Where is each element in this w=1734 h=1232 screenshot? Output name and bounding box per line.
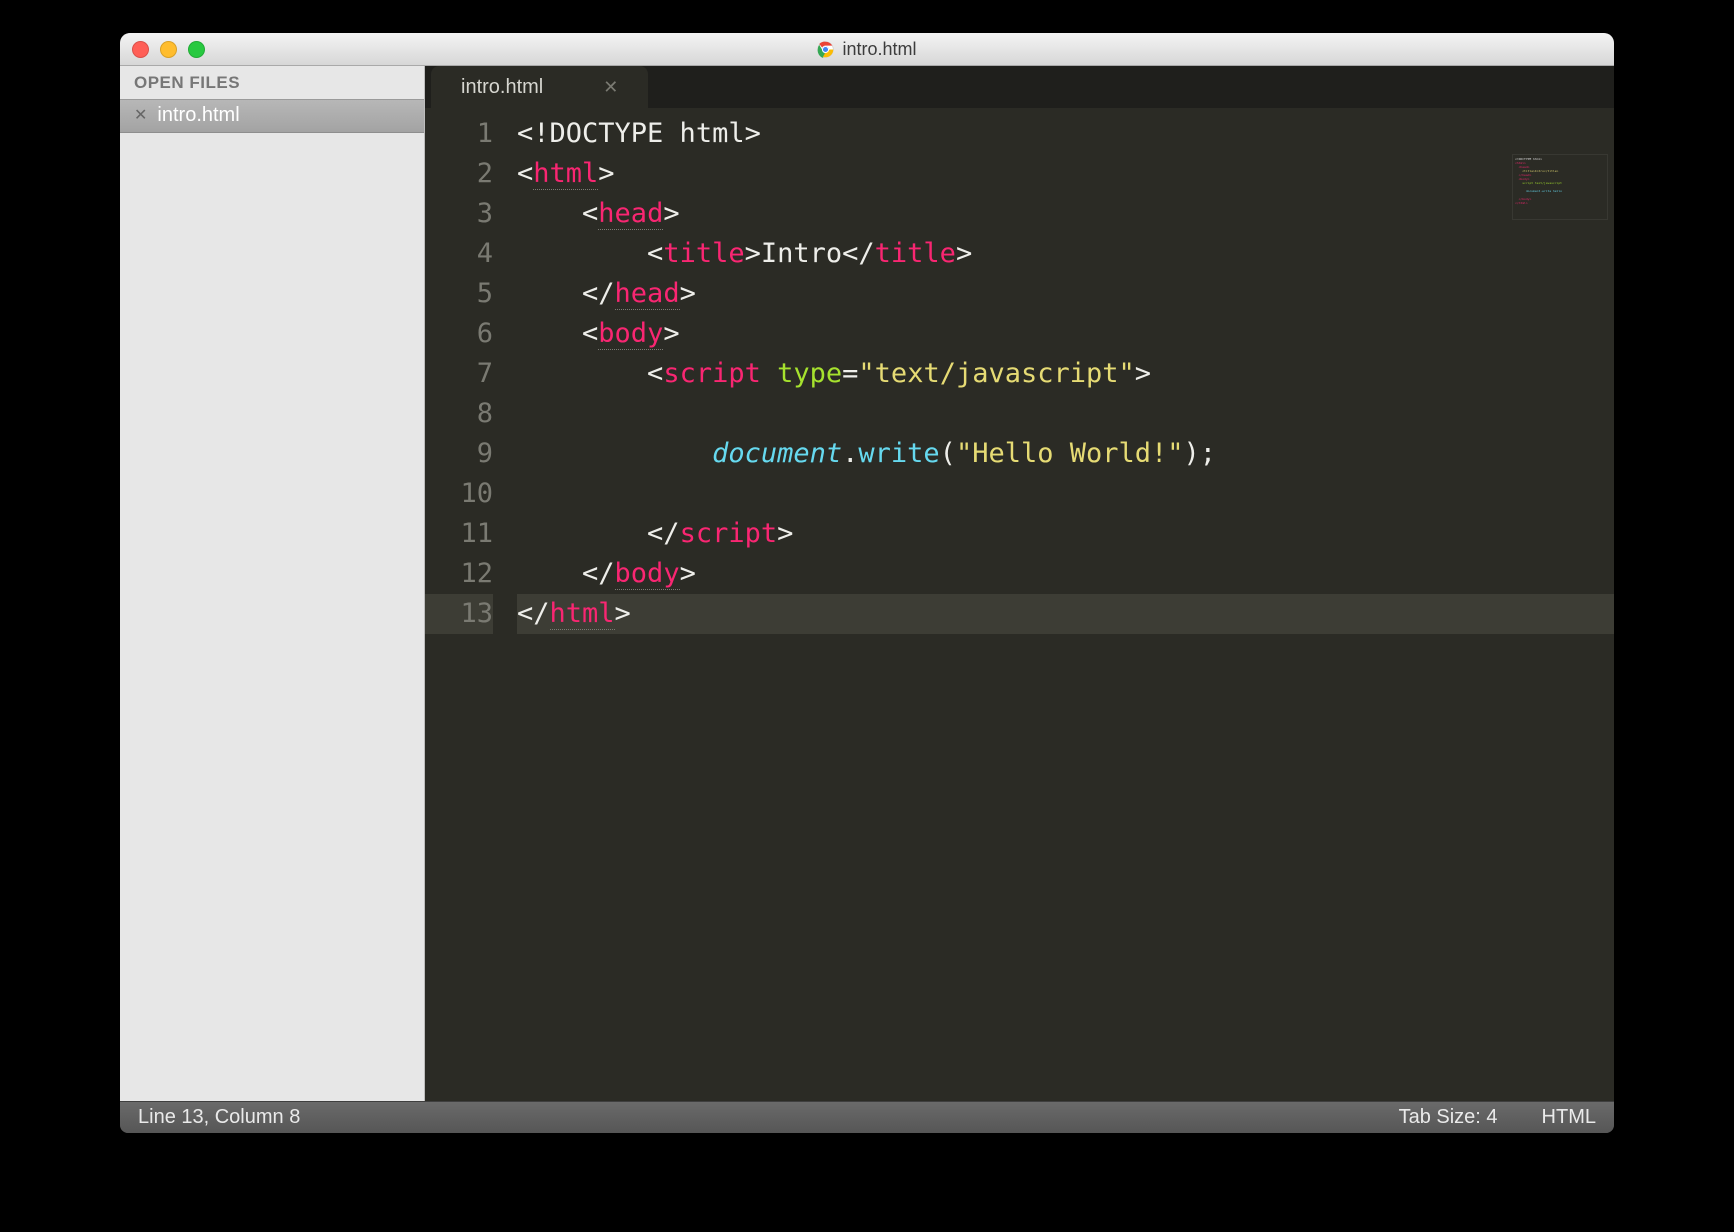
tab-close-icon[interactable]: ✕ <box>603 77 618 98</box>
code-line[interactable]: <head> <box>517 194 1614 234</box>
line-number[interactable]: 6 <box>425 314 493 354</box>
open-file-label: intro.html <box>157 104 239 127</box>
status-position[interactable]: Line 13, Column 8 <box>138 1106 322 1129</box>
line-number[interactable]: 9 <box>425 434 493 474</box>
code-line[interactable] <box>517 394 1614 434</box>
line-number[interactable]: 2 <box>425 154 493 194</box>
status-syntax[interactable]: HTML <box>1520 1106 1596 1129</box>
editor-pane: intro.html ✕ 12345678910111213 <!DOCTYPE… <box>425 66 1614 1101</box>
close-window-button[interactable] <box>132 41 149 58</box>
status-tab-size[interactable]: Tab Size: 4 <box>1377 1106 1520 1129</box>
line-number[interactable]: 5 <box>425 274 493 314</box>
close-file-icon[interactable]: ✕ <box>134 108 147 124</box>
open-file-item[interactable]: ✕ intro.html <box>120 99 424 133</box>
line-number[interactable]: 13 <box>425 594 493 634</box>
code-line[interactable]: <title>Intro</title> <box>517 234 1614 274</box>
code-line[interactable]: document.write("Hello World!"); <box>517 434 1614 474</box>
minimap[interactable]: <!DOCTYPE html> <html> <head> <title>Int… <box>1512 154 1608 220</box>
line-number[interactable]: 3 <box>425 194 493 234</box>
line-number[interactable]: 10 <box>425 474 493 514</box>
window-title: intro.html <box>842 39 916 60</box>
app-window: intro.html OPEN FILES ✕ intro.html intro… <box>120 33 1614 1133</box>
line-number[interactable]: 4 <box>425 234 493 274</box>
traffic-lights <box>132 41 205 58</box>
line-number[interactable]: 1 <box>425 114 493 154</box>
code-line[interactable]: </script> <box>517 514 1614 554</box>
code-line[interactable]: </body> <box>517 554 1614 594</box>
line-number[interactable]: 12 <box>425 554 493 594</box>
code-line[interactable]: <body> <box>517 314 1614 354</box>
sidebar: OPEN FILES ✕ intro.html <box>120 66 425 1101</box>
line-number[interactable]: 7 <box>425 354 493 394</box>
code-line[interactable]: <html> <box>517 154 1614 194</box>
code-line[interactable]: </html> <box>517 594 1614 634</box>
sidebar-header: OPEN FILES <box>120 66 424 99</box>
code-area[interactable]: <!DOCTYPE html><html> <head> <title>Intr… <box>507 108 1614 1101</box>
window-title-group: intro.html <box>120 33 1614 65</box>
minimize-window-button[interactable] <box>160 41 177 58</box>
line-number[interactable]: 11 <box>425 514 493 554</box>
window-body: OPEN FILES ✕ intro.html intro.html ✕ 123… <box>120 66 1614 1101</box>
zoom-window-button[interactable] <box>188 41 205 58</box>
code-line[interactable]: <script type="text/javascript"> <box>517 354 1614 394</box>
editor-body[interactable]: 12345678910111213 <!DOCTYPE html><html> … <box>425 108 1614 1101</box>
code-line[interactable]: </head> <box>517 274 1614 314</box>
line-number-gutter[interactable]: 12345678910111213 <box>425 108 507 1101</box>
titlebar[interactable]: intro.html <box>120 33 1614 66</box>
chrome-file-icon <box>817 41 834 58</box>
tab-label: intro.html <box>461 76 543 99</box>
code-line[interactable] <box>517 474 1614 514</box>
status-bar: Line 13, Column 8 Tab Size: 4 HTML <box>120 1101 1614 1133</box>
tab-intro[interactable]: intro.html ✕ <box>431 66 648 108</box>
line-number[interactable]: 8 <box>425 394 493 434</box>
code-line[interactable]: <!DOCTYPE html> <box>517 114 1614 154</box>
tab-bar[interactable]: intro.html ✕ <box>425 66 1614 108</box>
